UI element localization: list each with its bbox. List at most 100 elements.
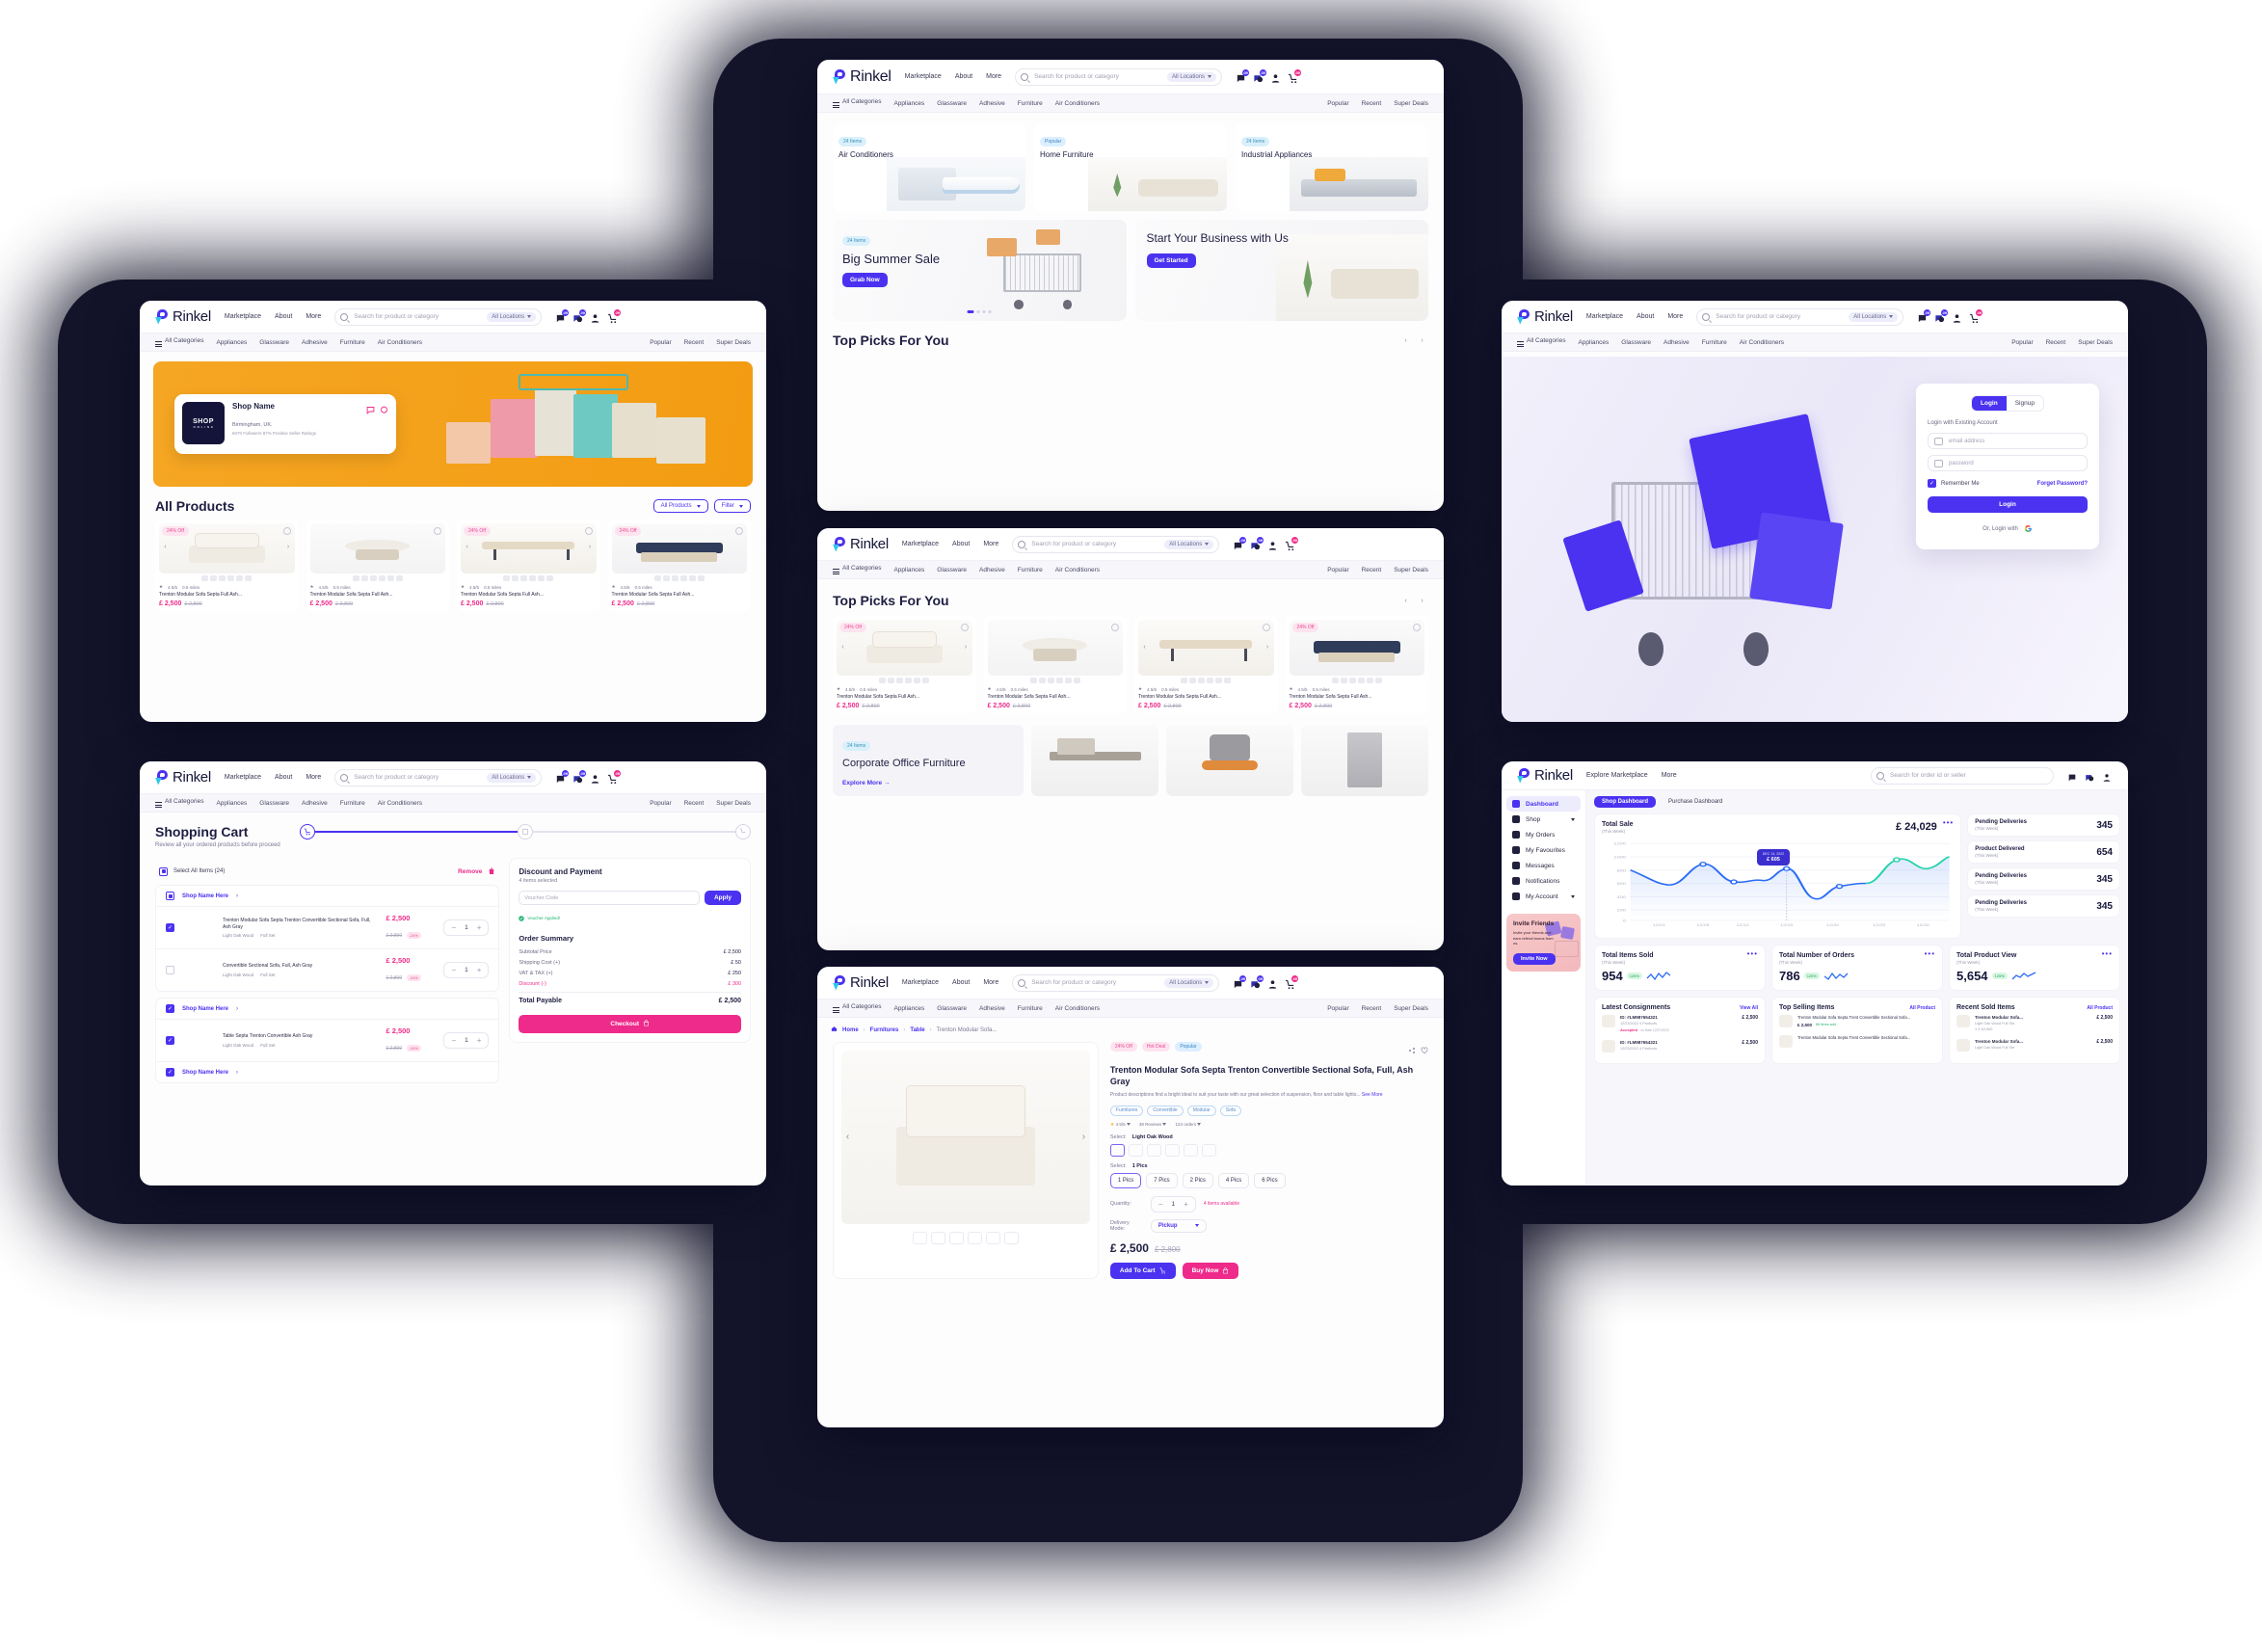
list-item[interactable]: Trenton Modular Sofa... Light Oak Wood F… xyxy=(1956,1011,2113,1035)
login-button[interactable]: Login xyxy=(1928,496,2088,513)
search-input[interactable]: Search for product or category All Locat… xyxy=(1012,973,1220,992)
product-card[interactable]: 24% Off ★ 4.5/5 0.5 miles Trenton Modular … xyxy=(1285,616,1428,713)
favorite-icon[interactable] xyxy=(1413,624,1421,631)
category-air-conditioners[interactable]: Air Conditioners xyxy=(1055,100,1100,107)
logo[interactable]: Rinkel xyxy=(833,974,889,991)
stat-card[interactable]: Pending Deliveries (This Week) 345 xyxy=(1967,813,2120,837)
pics-option[interactable]: 1 Pics xyxy=(1109,1172,1142,1188)
prev-image-button[interactable]: ‹ xyxy=(837,641,849,653)
color-swatch[interactable] xyxy=(1109,1143,1125,1157)
location-dropdown[interactable]: All Locations xyxy=(487,772,537,783)
user-icon[interactable] xyxy=(590,772,600,784)
category-adhesive[interactable]: Adhesive xyxy=(979,100,1005,107)
item-checkbox[interactable]: ✓ xyxy=(166,1036,174,1045)
nav-link-more[interactable]: More xyxy=(983,541,998,547)
carousel-next-button[interactable]: › xyxy=(1416,334,1428,347)
item-checkbox[interactable]: ✓ xyxy=(166,923,174,932)
location-dropdown[interactable]: All Locations xyxy=(1164,977,1214,988)
category-adhesive[interactable]: Adhesive xyxy=(302,800,328,807)
image-thumbnails[interactable] xyxy=(1290,678,1425,683)
carousel-next-button[interactable]: › xyxy=(1416,595,1428,607)
favorite-icon[interactable] xyxy=(434,527,441,535)
category-tile-air-conditioners[interactable]: 24 Items Air Conditioners xyxy=(833,124,1025,211)
nav-link-more[interactable]: More xyxy=(986,73,1001,80)
color-swatch[interactable] xyxy=(1128,1143,1143,1157)
breadcrumb-home[interactable]: Home xyxy=(842,1027,859,1033)
all-categories-button[interactable]: All Categories xyxy=(155,798,203,808)
stat-card[interactable]: Product Delivered (This Week) 654 xyxy=(1967,840,2120,864)
sidebar-item-my-account[interactable]: My Account xyxy=(1506,889,1581,904)
chat-icon[interactable]: 09 xyxy=(1233,975,1247,989)
category-adhesive[interactable]: Adhesive xyxy=(302,339,328,346)
user-icon[interactable] xyxy=(1270,71,1281,83)
product-reviews[interactable]: 38 Reviews xyxy=(1139,1122,1161,1127)
all-categories-button[interactable]: All Categories xyxy=(833,1003,881,1013)
nav-link-more[interactable]: More xyxy=(1667,313,1683,320)
cart-icon[interactable]: 09 xyxy=(1285,975,1299,990)
category-air-conditioners[interactable]: Air Conditioners xyxy=(1055,1005,1100,1012)
decrease-button[interactable]: − xyxy=(451,1036,456,1045)
nav-link-marketplace[interactable]: Marketplace xyxy=(905,73,942,80)
product-card[interactable]: 24% Off ‹ › ★ 4.5/5 0.5 miles Trenton Modu… xyxy=(457,520,600,611)
nav-link-about[interactable]: About xyxy=(275,313,292,320)
user-icon[interactable] xyxy=(590,311,600,323)
product-card[interactable]: 24% Off ★ 4.5/5 0.5 miles Trenton Modular … xyxy=(607,520,751,611)
trash-icon[interactable] xyxy=(488,863,495,880)
tab-signup[interactable]: Signup xyxy=(2007,396,2043,411)
nav-link-about[interactable]: About xyxy=(952,541,970,547)
filter-recent[interactable]: Recent xyxy=(684,339,705,346)
carousel-prev-button[interactable]: ‹ xyxy=(1399,595,1412,607)
checkout-button[interactable]: Checkout xyxy=(519,1014,741,1033)
filter-recent[interactable]: Recent xyxy=(1362,1005,1382,1012)
image-thumbnails[interactable] xyxy=(1138,678,1274,683)
increase-button[interactable]: + xyxy=(477,923,482,932)
chat-icon[interactable] xyxy=(2067,770,2078,782)
step-payment-icon[interactable] xyxy=(735,824,751,839)
category-furniture[interactable]: Furniture xyxy=(340,339,365,346)
notification-icon[interactable]: 09 xyxy=(1250,975,1264,989)
nav-link-more[interactable]: More xyxy=(1662,772,1677,779)
list-item[interactable]: Trenton Modular Sofa... Light Oak Wood F… xyxy=(1956,1035,2113,1055)
filter-popular[interactable]: Popular xyxy=(650,339,671,346)
explore-more-link[interactable]: Explore More → xyxy=(842,780,1014,786)
favorite-icon[interactable] xyxy=(1421,1042,1428,1059)
list-item[interactable]: Trenton Modular Sofa Septa Trent Convert… xyxy=(1779,1031,1935,1052)
favorite-icon[interactable] xyxy=(735,527,743,535)
notification-icon[interactable]: 09 xyxy=(1250,537,1264,550)
dashboard-search-input[interactable]: Search for order id or seller xyxy=(1871,766,2054,785)
pics-options[interactable]: 1 Pics 7 Pics 2 Pics 4 Pics 6 Pics xyxy=(1109,1172,1428,1188)
tab-shop-dashboard[interactable]: Shop Dashboard xyxy=(1594,796,1657,808)
pics-option[interactable]: 4 Pics xyxy=(1217,1172,1250,1188)
tag[interactable]: Sofa xyxy=(1219,1105,1242,1116)
category-appliances[interactable]: Appliances xyxy=(216,339,247,346)
chat-icon[interactable]: 09 xyxy=(555,309,570,323)
increase-button[interactable]: + xyxy=(477,1036,482,1045)
category-furniture[interactable]: Furniture xyxy=(1702,339,1727,346)
kpi-card[interactable]: Total Product View ••• (This Week) 5,654 … xyxy=(1949,945,2120,991)
decrease-button[interactable]: − xyxy=(451,923,456,932)
all-categories-button[interactable]: All Categories xyxy=(1517,337,1565,347)
increase-button[interactable]: + xyxy=(477,966,482,974)
cart-icon[interactable]: 09 xyxy=(607,309,622,324)
carousel-dots[interactable] xyxy=(967,310,992,313)
gallery-thumbnails[interactable] xyxy=(841,1232,1090,1244)
product-card[interactable]: ★ 4.5/5 0.5 miles Trenton Modular Sofa Sep… xyxy=(306,520,449,611)
shop-chat-icon[interactable] xyxy=(366,402,375,419)
color-swatch[interactable] xyxy=(1164,1143,1180,1157)
gallery-thumb[interactable] xyxy=(912,1232,927,1244)
gallery-thumb[interactable] xyxy=(1003,1232,1019,1244)
notification-icon[interactable]: 09 xyxy=(572,770,587,784)
apply-voucher-button[interactable]: Apply xyxy=(704,891,741,905)
logo[interactable]: Rinkel xyxy=(1517,308,1573,325)
corporate-image-chair[interactable] xyxy=(1166,724,1294,797)
quantity-stepper[interactable]: − 1 + xyxy=(443,962,490,978)
corporate-image-cabinet[interactable] xyxy=(1301,724,1428,797)
product-card[interactable]: ★ 4.5/5 0.5 miles Trenton Modular Sofa Sep… xyxy=(983,616,1127,713)
nav-link-marketplace[interactable]: Marketplace xyxy=(902,979,939,986)
logo[interactable]: Rinkel xyxy=(1517,767,1573,784)
nav-link-about[interactable]: About xyxy=(1637,313,1654,320)
all-categories-button[interactable]: All Categories xyxy=(833,565,881,574)
nav-link-more[interactable]: More xyxy=(306,774,321,781)
sidebar-item-dashboard[interactable]: Dashboard xyxy=(1506,796,1581,812)
category-glassware[interactable]: Glassware xyxy=(937,1005,967,1012)
